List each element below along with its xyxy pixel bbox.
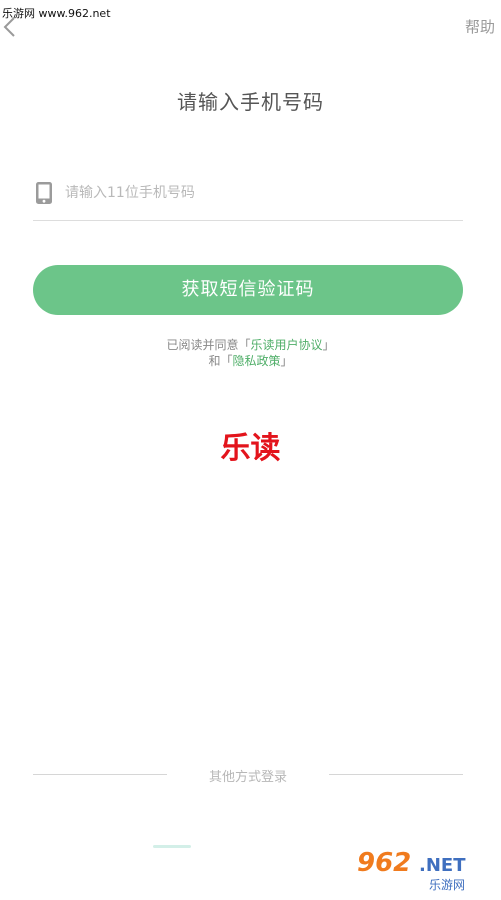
other-login-label: 其他方式登录 bbox=[208, 770, 287, 785]
close-bracket: 」 bbox=[322, 338, 335, 352]
phone-number-input[interactable] bbox=[65, 180, 445, 206]
phone-icon bbox=[35, 181, 53, 205]
agreement-connector: 和 bbox=[208, 354, 221, 368]
login-page: 乐游网 www.962.net 帮助 请输入手机号码 获取短信验证码 已阅读并同… bbox=[0, 0, 501, 900]
open-bracket: 「 bbox=[220, 354, 233, 368]
watermark-site-tag: 乐游网 www.962.net bbox=[2, 7, 111, 20]
watermark-suffix: .NET bbox=[419, 855, 466, 876]
open-bracket: 「 bbox=[238, 338, 251, 352]
watermark-name: 乐游网 bbox=[429, 878, 466, 892]
help-link[interactable]: 帮助 bbox=[465, 16, 495, 37]
other-login-divider: 其他方式登录 bbox=[33, 763, 463, 787]
user-agreement-link[interactable]: 乐读用户协议 bbox=[251, 338, 323, 352]
watermark-logo: 962 .NET 乐游网 bbox=[357, 848, 493, 894]
brand-logo: 乐读 bbox=[220, 431, 281, 466]
phone-field bbox=[33, 176, 463, 221]
agreement-text: 已阅读并同意「乐读用户协议」 和「隐私政策」 bbox=[0, 337, 501, 369]
agreement-line-1: 已阅读并同意「乐读用户协议」 bbox=[0, 337, 501, 353]
get-sms-code-button[interactable]: 获取短信验证码 bbox=[33, 265, 463, 315]
watermark-number: 962 bbox=[357, 848, 412, 878]
page-title: 请输入手机号码 bbox=[177, 90, 324, 114]
divider-line-right bbox=[329, 774, 463, 775]
agreement-prefix: 已阅读并同意 bbox=[166, 338, 239, 352]
other-login-option-icon[interactable] bbox=[153, 845, 191, 848]
privacy-policy-link[interactable]: 隐私政策 bbox=[233, 354, 281, 368]
close-bracket: 」 bbox=[280, 354, 293, 368]
agreement-line-2: 和「隐私政策」 bbox=[0, 353, 501, 369]
chevron-left-icon bbox=[3, 17, 15, 37]
back-button[interactable] bbox=[2, 16, 18, 38]
